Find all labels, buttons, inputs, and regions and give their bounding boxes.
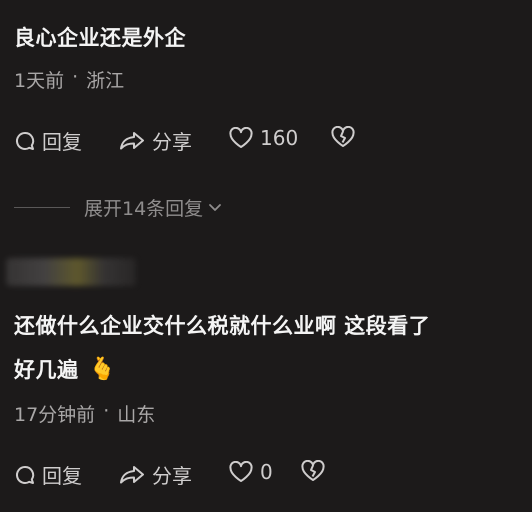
share-label: 分享 xyxy=(152,464,192,488)
heart-icon xyxy=(228,127,254,149)
comment-text: 良心企业还是外企 xyxy=(14,26,186,50)
chevron-down-icon xyxy=(207,197,223,219)
share-arrow-icon xyxy=(118,464,146,486)
comment-text-line-1: 还做什么企业交什么税就什么业啊 这段看了 xyxy=(14,314,431,338)
comment-location: 山东 xyxy=(117,404,156,426)
like-button[interactable]: 0 xyxy=(228,460,273,484)
broken-heart-icon xyxy=(330,126,356,148)
speech-bubble-icon xyxy=(14,464,36,486)
dislike-button[interactable] xyxy=(330,126,356,148)
reply-button[interactable]: 回复 xyxy=(14,460,82,489)
dislike-button[interactable] xyxy=(300,460,326,482)
divider-line xyxy=(14,207,70,208)
like-button[interactable]: 160 xyxy=(228,126,298,150)
comment-location: 浙江 xyxy=(86,70,125,92)
comment-time: 17分钟前 xyxy=(14,404,96,426)
meta-separator: · xyxy=(103,400,110,422)
expand-replies-row: 展开14条回复 xyxy=(14,194,223,221)
like-count: 0 xyxy=(260,460,273,484)
expand-replies-button[interactable]: 展开14条回复 xyxy=(84,194,223,221)
comment-time: 1天前 xyxy=(14,70,65,92)
speech-bubble-icon xyxy=(14,130,36,152)
comment-meta: 1天前 · 浙江 xyxy=(14,66,124,93)
blurred-username xyxy=(6,258,136,286)
comment-meta: 17分钟前 · 山东 xyxy=(14,400,155,427)
reply-button[interactable]: 回复 xyxy=(14,126,82,155)
reply-label: 回复 xyxy=(42,130,82,154)
share-label: 分享 xyxy=(152,130,192,154)
share-arrow-icon xyxy=(118,130,146,152)
broken-heart-icon xyxy=(300,460,326,482)
like-count: 160 xyxy=(260,126,299,150)
heart-icon xyxy=(228,461,254,483)
finger-heart-emoji: 🫰 xyxy=(88,356,117,382)
share-button[interactable]: 分享 xyxy=(118,460,192,489)
meta-separator: · xyxy=(72,66,79,88)
reply-label: 回复 xyxy=(42,464,82,488)
comment-text-line-2-row: 好几遍 🫰 xyxy=(14,354,116,384)
comment-text-line-2: 好几遍 xyxy=(14,358,79,382)
share-button[interactable]: 分享 xyxy=(118,126,192,155)
expand-label: 展开14条回复 xyxy=(84,198,204,220)
